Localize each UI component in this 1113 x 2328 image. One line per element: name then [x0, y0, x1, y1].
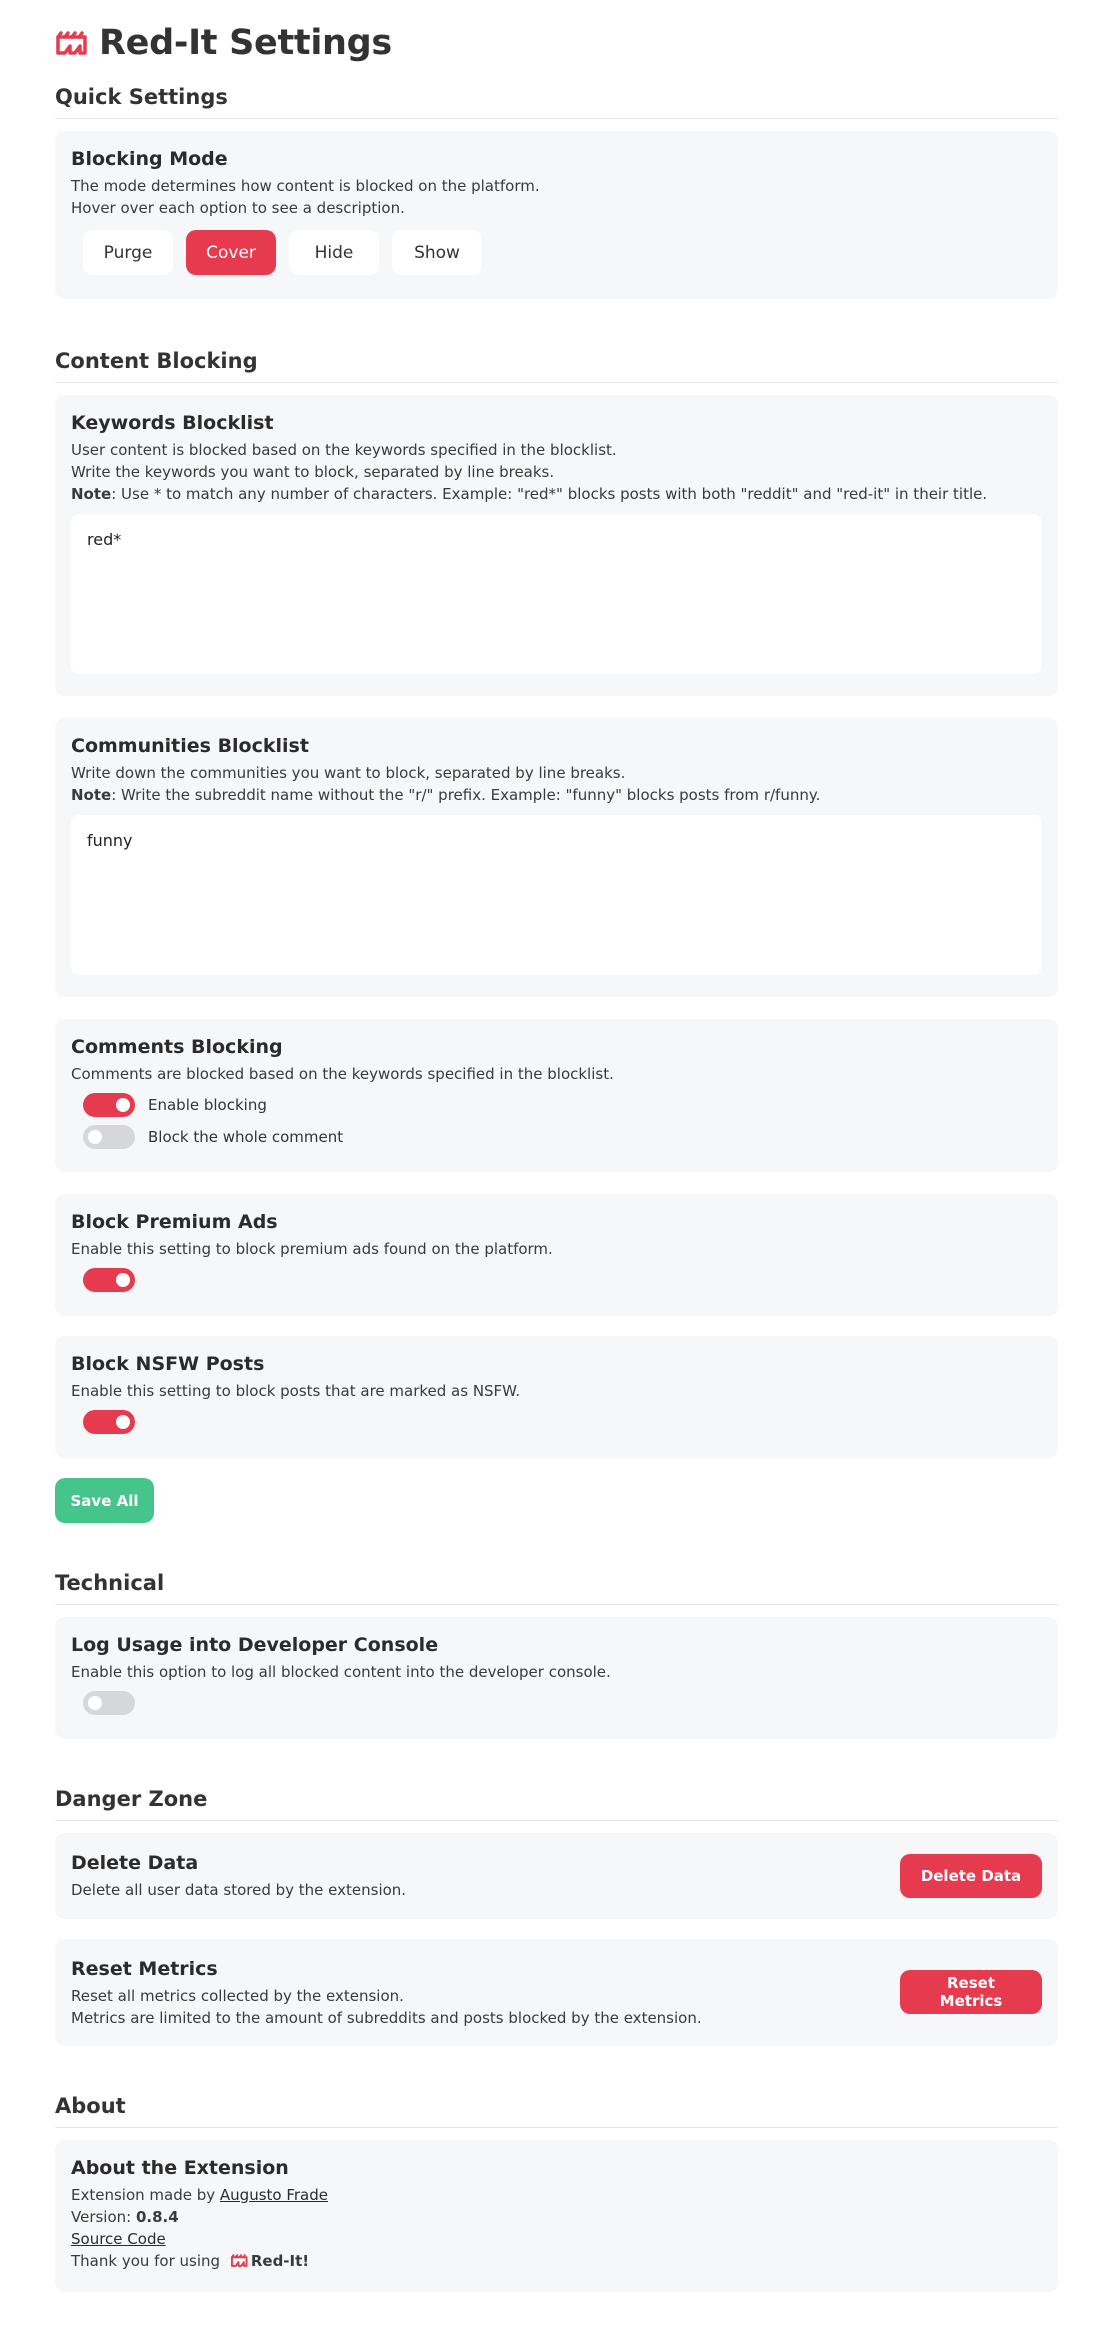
toggle-knob [88, 1696, 102, 1710]
comments-blocking-card: Comments Blocking Comments are blocked b… [55, 1019, 1058, 1172]
section-quick-settings: Quick Settings [55, 85, 1058, 119]
toggle-knob [88, 1130, 102, 1144]
communities-blocklist-card: Communities Blocklist Write down the com… [55, 718, 1058, 997]
reset-metrics-text: Reset Metrics Reset all metrics collecte… [71, 1956, 702, 2029]
communities-note-label: Note [71, 786, 112, 804]
nsfw-row [83, 1406, 1042, 1438]
enable-blocking-label: Enable blocking [148, 1096, 267, 1114]
section-technical: Technical [55, 1571, 1058, 1605]
delete-data-card: Delete Data Delete all user data stored … [55, 1833, 1058, 1919]
reset-metrics-button[interactable]: Reset Metrics [900, 1970, 1042, 2014]
toggle-knob [116, 1273, 130, 1287]
enable-blocking-row: Enable blocking [83, 1089, 1042, 1121]
premium-ads-row [83, 1264, 1042, 1296]
toggle-knob [116, 1415, 130, 1429]
delete-data-title: Delete Data [71, 1852, 199, 1874]
keywords-desc-1: User content is blocked based on the key… [71, 441, 617, 459]
log-usage-toggle[interactable] [83, 1691, 135, 1715]
author-link[interactable]: Augusto Frade [220, 2186, 328, 2204]
block-premium-ads-card: Block Premium Ads Enable this setting to… [55, 1194, 1058, 1316]
keywords-note-text: : Use * to match any number of character… [111, 485, 988, 503]
log-usage-row [83, 1687, 1042, 1719]
block-nsfw-title: Block NSFW Posts [71, 1353, 265, 1375]
blocking-mode-selector: Purge Cover Hide Show [83, 230, 1042, 275]
keywords-note-label: Note [71, 485, 112, 503]
reset-metrics-title: Reset Metrics [71, 1957, 218, 1980]
about-thanks: Thank you for using Red-It! [71, 2250, 1042, 2272]
delete-data-text: Delete Data Delete all user data stored … [71, 1850, 406, 1901]
red-it-logo-icon [230, 2254, 248, 2267]
settings-page: Red-It Settings Quick Settings Blocking … [0, 21, 1113, 2292]
blocking-mode-title: Blocking Mode [71, 148, 228, 170]
about-version: Version: 0.8.4 [71, 2206, 1042, 2228]
block-nsfw-desc: Enable this setting to block posts that … [71, 1382, 521, 1400]
source-code-link[interactable]: Source Code [71, 2230, 166, 2248]
about-title: About the Extension [71, 2157, 289, 2179]
page-title: Red-It Settings [99, 23, 392, 63]
delete-data-button[interactable]: Delete Data [900, 1853, 1042, 1898]
thanks-prefix: Thank you for using [71, 2252, 221, 2270]
mode-purge-button[interactable]: Purge [83, 230, 173, 275]
reset-metrics-card: Reset Metrics Reset all metrics collecte… [55, 1939, 1058, 2046]
log-usage-card: Log Usage into Developer Console Enable … [55, 1617, 1058, 1739]
reset-metrics-desc-1: Reset all metrics collected by the exten… [71, 1986, 404, 2005]
section-content-blocking: Content Blocking [55, 349, 1058, 383]
blocking-mode-desc-2: Hover over each option to see a descript… [71, 199, 405, 217]
section-danger-zone: Danger Zone [55, 1787, 1058, 1821]
communities-blocklist-input[interactable]: funny [71, 815, 1042, 975]
comments-blocking-desc: Comments are blocked based on the keywor… [71, 1065, 614, 1083]
block-premium-ads-toggle[interactable] [83, 1268, 135, 1292]
section-about: About [55, 2094, 1058, 2128]
keywords-blocklist-input[interactable]: red* [71, 514, 1042, 674]
version-value: 0.8.4 [135, 2208, 179, 2226]
block-nsfw-toggle[interactable] [83, 1410, 135, 1434]
page-header: Red-It Settings [55, 21, 1058, 65]
about-card: About the Extension Extension made by Au… [55, 2140, 1058, 2292]
mode-show-button[interactable]: Show [392, 230, 482, 275]
thanks-name: Red-It! [250, 2252, 310, 2270]
block-whole-comment-row: Block the whole comment [83, 1121, 1042, 1153]
block-nsfw-card: Block NSFW Posts Enable this setting to … [55, 1336, 1058, 1458]
toggle-knob [116, 1098, 130, 1112]
about-made-by: Extension made by Augusto Frade [71, 2184, 1042, 2206]
reset-metrics-desc-2: Metrics are limited to the amount of sub… [71, 2008, 702, 2027]
made-by-prefix: Extension made by [71, 2186, 220, 2204]
log-usage-desc: Enable this option to log all blocked co… [71, 1663, 611, 1681]
red-it-logo-icon [56, 31, 87, 55]
comments-blocking-title: Comments Blocking [71, 1036, 283, 1058]
save-all-button[interactable]: Save All [55, 1478, 154, 1523]
mode-hide-button[interactable]: Hide [289, 230, 379, 275]
version-prefix: Version: [71, 2208, 136, 2226]
blocking-mode-desc-1: The mode determines how content is block… [71, 177, 540, 195]
communities-blocklist-title: Communities Blocklist [71, 735, 309, 757]
keywords-desc-2: Write the keywords you want to block, se… [71, 463, 555, 481]
block-whole-comment-toggle[interactable] [83, 1125, 135, 1149]
keywords-note: Note: Use * to match any number of chara… [71, 483, 1042, 505]
communities-note-text: : Write the subreddit name without the "… [111, 786, 821, 804]
communities-note: Note: Write the subreddit name without t… [71, 784, 1042, 806]
log-usage-title: Log Usage into Developer Console [71, 1634, 439, 1656]
delete-data-desc: Delete all user data stored by the exten… [71, 1881, 407, 1899]
about-source: Source Code [71, 2228, 1042, 2250]
enable-blocking-toggle[interactable] [83, 1093, 135, 1117]
block-premium-ads-title: Block Premium Ads [71, 1211, 278, 1233]
block-whole-comment-label: Block the whole comment [148, 1128, 344, 1146]
communities-desc-1: Write down the communities you want to b… [71, 764, 626, 782]
blocking-mode-card: Blocking Mode The mode determines how co… [55, 131, 1058, 299]
block-premium-ads-desc: Enable this setting to block premium ads… [71, 1240, 553, 1258]
keywords-blocklist-card: Keywords Blocklist User content is block… [55, 395, 1058, 696]
keywords-blocklist-title: Keywords Blocklist [71, 412, 274, 434]
mode-cover-button[interactable]: Cover [186, 230, 276, 275]
